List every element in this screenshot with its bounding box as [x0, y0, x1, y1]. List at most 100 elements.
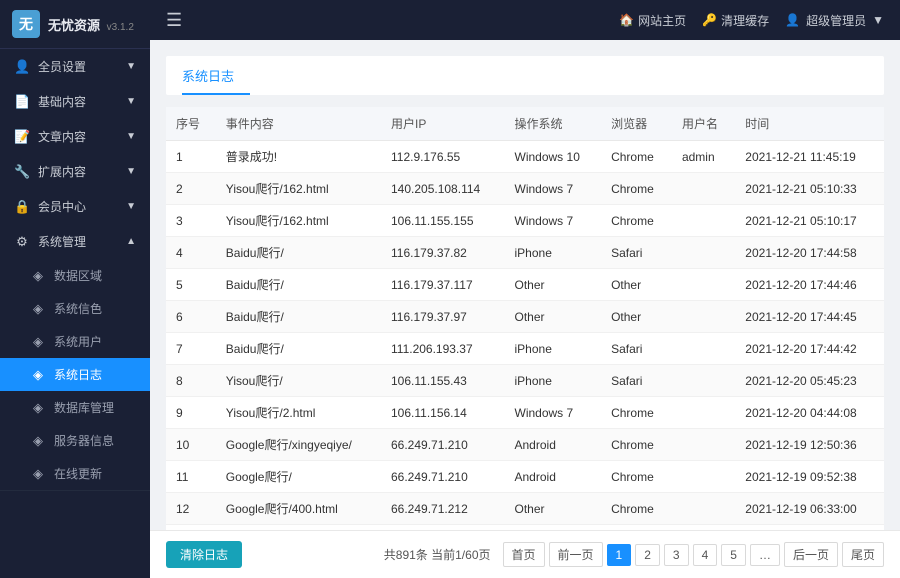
last-page-button[interactable]: 尾页 — [842, 542, 884, 567]
sidebar-item-server-info[interactable]: ◈ 服务器信息 — [0, 424, 150, 457]
cell-browser: Chrome — [601, 173, 672, 205]
col-header-time: 时间 — [735, 107, 884, 141]
sidebar-item-member-settings[interactable]: 👤 全员设置 ▼ — [0, 49, 150, 84]
cell-id: 9 — [166, 397, 216, 429]
cell-browser: Chrome — [601, 429, 672, 461]
sidebar-logo: 无 无忧资源 v3.1.2 — [0, 0, 150, 49]
cell-id: 10 — [166, 429, 216, 461]
page-1-button[interactable]: 1 — [607, 544, 632, 566]
sidebar-item-online-update[interactable]: ◈ 在线更新 — [0, 457, 150, 490]
cell-browser: Chrome — [601, 493, 672, 525]
cell-ip: 66.249.71.210 — [381, 429, 505, 461]
cell-browser: Other — [601, 301, 672, 333]
arrow-icon: ▼ — [126, 201, 136, 212]
home-icon: 🏠 — [619, 13, 634, 27]
table-row: 12 Google爬行/400.html 66.249.71.212 Other… — [166, 493, 884, 525]
cell-ip: 106.11.156.14 — [381, 397, 505, 429]
table-header-row: 序号 事件内容 用户IP 操作系统 浏览器 用户名 时间 — [166, 107, 884, 141]
cell-time: 2021-12-21 05:10:33 — [735, 173, 884, 205]
sidebar-item-basic-content[interactable]: 📄 基础内容 ▼ — [0, 84, 150, 119]
cell-user — [672, 333, 735, 365]
cell-ip: 116.179.37.97 — [381, 301, 505, 333]
cell-browser: Chrome — [601, 461, 672, 493]
cell-time: 2021-12-20 05:45:23 — [735, 365, 884, 397]
cell-time: 2021-12-21 05:10:17 — [735, 205, 884, 237]
arrow-icon: ▼ — [126, 166, 136, 177]
hamburger-icon[interactable]: ☰ — [166, 10, 182, 31]
cell-time: 2021-12-19 12:50:36 — [735, 429, 884, 461]
prev-page-button[interactable]: 前一页 — [549, 542, 603, 567]
cell-os: Android — [505, 429, 602, 461]
table-row: 9 Yisou爬行/2.html 106.11.156.14 Windows 7… — [166, 397, 884, 429]
cell-os: Other — [505, 301, 602, 333]
sidebar-item-member-center[interactable]: 🔒 会员中心 ▼ — [0, 189, 150, 224]
sidebar-item-system-manage[interactable]: ⚙ 系统管理 ▲ — [0, 224, 150, 259]
table-row: 3 Yisou爬行/162.html 106.11.155.155 Window… — [166, 205, 884, 237]
sidebar-item-extend-content[interactable]: 🔧 扩展内容 ▼ — [0, 154, 150, 189]
extend-content-icon: 🔧 — [14, 164, 30, 180]
table-row: 6 Baidu爬行/ 116.179.37.97 Other Other 202… — [166, 301, 884, 333]
clear-log-button[interactable]: 清除日志 — [166, 541, 242, 568]
cell-event: Google爬行/ — [216, 461, 381, 493]
sidebar-item-system-user[interactable]: ◈ 系统用户 — [0, 325, 150, 358]
page-2-button[interactable]: 2 — [635, 544, 660, 566]
system-config-icon: ◈ — [30, 301, 46, 317]
cell-event: Google爬行/400.html — [216, 493, 381, 525]
user-icon: 👤 — [785, 13, 800, 27]
cell-time: 2021-12-21 11:45:19 — [735, 141, 884, 173]
sidebar-item-system-log[interactable]: ◈ 系统日志 — [0, 358, 150, 391]
cell-ip: 140.205.108.114 — [381, 173, 505, 205]
cell-user — [672, 173, 735, 205]
cell-os: Windows 7 — [505, 397, 602, 429]
home-link[interactable]: 🏠 网站主页 — [619, 12, 686, 29]
manage-link[interactable]: 🔑 清理缓存 — [702, 12, 769, 29]
cell-browser: Other — [601, 269, 672, 301]
sidebar-item-text-content[interactable]: 📝 文章内容 ▼ — [0, 119, 150, 154]
table-row: 8 Yisou爬行/ 106.11.155.43 iPhone Safari 2… — [166, 365, 884, 397]
cell-id: 8 — [166, 365, 216, 397]
cell-user — [672, 237, 735, 269]
first-page-button[interactable]: 首页 — [503, 542, 545, 567]
server-info-icon: ◈ — [30, 433, 46, 449]
table-row: 5 Baidu爬行/ 116.179.37.117 Other Other 20… — [166, 269, 884, 301]
col-header-os: 操作系统 — [505, 107, 602, 141]
sidebar: 无 无忧资源 v3.1.2 👤 全员设置 ▼ 📄 基础内容 ▼ 📝 文章内容 ▼ — [0, 0, 150, 578]
cell-time: 2021-12-20 17:44:45 — [735, 301, 884, 333]
main-content: ☰ 🏠 网站主页 🔑 清理缓存 👤 超级管理员 ▼ 系统日志 — [150, 0, 900, 578]
cell-ip: 66.249.71.212 — [381, 493, 505, 525]
page-5-button[interactable]: 5 — [721, 544, 746, 566]
cell-ip: 66.249.71.210 — [381, 461, 505, 493]
data-backup-icon: ◈ — [30, 268, 46, 284]
cell-id: 11 — [166, 461, 216, 493]
cell-user — [672, 269, 735, 301]
table-row: 4 Baidu爬行/ 116.179.37.82 iPhone Safari 2… — [166, 237, 884, 269]
page-title-container: 系统日志 — [166, 56, 884, 95]
next-page-button[interactable]: 后一页 — [784, 542, 838, 567]
cell-browser: Chrome — [601, 141, 672, 173]
cell-os: iPhone — [505, 237, 602, 269]
cell-id: 12 — [166, 493, 216, 525]
page-4-button[interactable]: 4 — [693, 544, 718, 566]
page-ellipsis-button[interactable]: … — [750, 544, 780, 566]
cell-event: Yisou爬行/162.html — [216, 205, 381, 237]
arrow-icon: ▼ — [126, 96, 136, 107]
user-menu[interactable]: 👤 超级管理员 ▼ — [785, 12, 884, 29]
access-manage-icon: ◈ — [30, 400, 46, 416]
cell-browser: Safari — [601, 237, 672, 269]
cell-browser: Safari — [601, 365, 672, 397]
cell-user — [672, 493, 735, 525]
cell-id: 5 — [166, 269, 216, 301]
cell-event: Google爬行/xingyeqiye/ — [216, 429, 381, 461]
cell-time: 2021-12-20 17:44:58 — [735, 237, 884, 269]
cell-os: Android — [505, 461, 602, 493]
cell-browser: Safari — [601, 333, 672, 365]
cell-user — [672, 205, 735, 237]
cell-id: 7 — [166, 333, 216, 365]
arrow-icon: ▼ — [126, 131, 136, 142]
sidebar-item-access-manage[interactable]: ◈ 数据库管理 — [0, 391, 150, 424]
sidebar-item-system-config[interactable]: ◈ 系统信色 — [0, 292, 150, 325]
col-header-browser: 浏览器 — [601, 107, 672, 141]
online-update-icon: ◈ — [30, 466, 46, 482]
page-3-button[interactable]: 3 — [664, 544, 689, 566]
sidebar-item-data-backup[interactable]: ◈ 数据区域 — [0, 259, 150, 292]
